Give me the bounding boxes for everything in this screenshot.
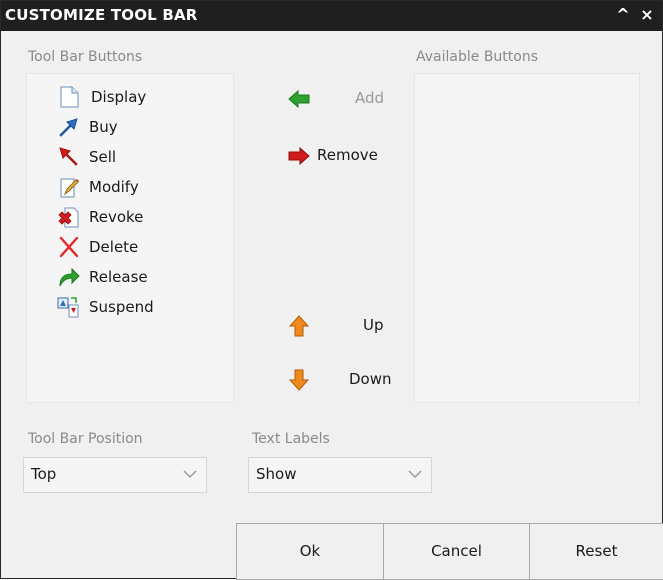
item-label: Display	[91, 88, 147, 106]
item-label: Buy	[89, 118, 118, 136]
reset-button[interactable]: Reset	[529, 523, 663, 580]
chevron-down-icon	[183, 470, 197, 478]
edit-document-icon	[60, 178, 79, 198]
close-button[interactable]: ×	[638, 5, 656, 25]
tool-bar-position-value: Top	[31, 465, 57, 483]
up-label: Up	[363, 316, 384, 334]
dialog-title: CUSTOMIZE TOOL BAR	[5, 6, 198, 24]
up-button[interactable]: Up	[287, 311, 397, 339]
tool-bar-buttons-list[interactable]: Display Buy Sell Modify Revoke Delete Re…	[26, 73, 234, 403]
buy-arrow-icon	[59, 118, 78, 137]
add-label: Add	[355, 89, 385, 107]
release-arrow-icon	[59, 267, 80, 287]
add-button[interactable]: Add	[287, 84, 397, 112]
tool-bar-buttons-label: Tool Bar Buttons	[28, 49, 143, 65]
available-buttons-label: Available Buttons	[416, 49, 539, 65]
down-button[interactable]: Down	[287, 365, 397, 393]
tool-bar-position-select[interactable]: Top	[23, 457, 207, 493]
chevron-down-icon	[408, 470, 422, 478]
customize-toolbar-dialog: CUSTOMIZE TOOL BAR ^ × Tool Bar Buttons …	[0, 0, 663, 580]
item-label: Suspend	[89, 298, 154, 316]
text-labels-select[interactable]: Show	[248, 457, 432, 493]
sell-arrow-icon	[59, 147, 78, 166]
left-green-arrow-icon	[288, 89, 310, 109]
ok-button[interactable]: Ok	[236, 523, 384, 580]
down-label: Down	[349, 370, 392, 388]
document-icon	[60, 86, 79, 108]
collapse-button[interactable]: ^	[614, 5, 632, 25]
cancel-button[interactable]: Cancel	[383, 523, 530, 580]
item-label: Delete	[89, 238, 139, 256]
text-labels-value: Show	[256, 465, 297, 483]
item-label: Modify	[89, 178, 139, 196]
text-labels-label: Text Labels	[252, 431, 330, 447]
item-label: Revoke	[89, 208, 144, 226]
right-red-arrow-icon	[288, 146, 310, 166]
delete-x-icon	[59, 236, 79, 258]
remove-button[interactable]: Remove	[287, 141, 397, 169]
item-label: Release	[89, 268, 148, 286]
remove-label: Remove	[317, 146, 378, 164]
item-label: Sell	[89, 148, 117, 166]
suspend-icon	[57, 297, 79, 318]
title-bar[interactable]: CUSTOMIZE TOOL BAR ^ ×	[1, 1, 662, 31]
up-orange-arrow-icon	[288, 315, 310, 337]
available-buttons-list[interactable]	[414, 73, 640, 403]
tool-bar-position-label: Tool Bar Position	[28, 431, 143, 447]
revoke-document-icon	[58, 207, 79, 228]
down-orange-arrow-icon	[288, 369, 310, 391]
